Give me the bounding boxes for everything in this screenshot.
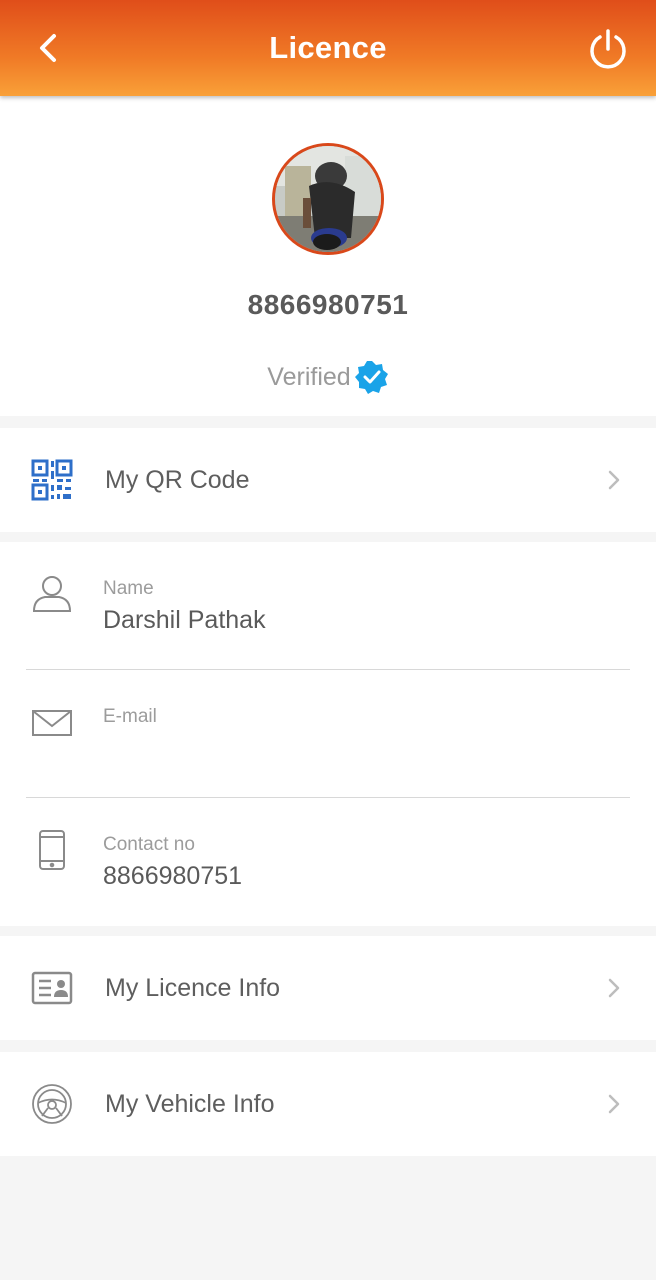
qr-code-row[interactable]: My QR Code — [0, 428, 656, 532]
name-label: Name — [103, 578, 154, 599]
steering-wheel-icon — [30, 1082, 74, 1126]
licence-info-row[interactable]: My Licence Info — [0, 936, 656, 1040]
page-title: Licence — [269, 30, 387, 65]
vehicle-info-row[interactable]: My Vehicle Info — [0, 1052, 656, 1156]
licence-info-label: My Licence Info — [105, 973, 281, 1002]
profile-phone: 8866980751 — [247, 289, 409, 320]
name-value: Darshil Pathak — [103, 606, 266, 634]
email-item: E-mail — [0, 670, 656, 798]
vehicle-info-label: My Vehicle Info — [105, 1089, 275, 1118]
contact-label: Contact no — [103, 834, 195, 855]
id-card-icon — [30, 966, 74, 1010]
logout-button[interactable] — [584, 26, 632, 74]
chevron-right-icon — [606, 468, 622, 492]
app-bar: Licence — [0, 0, 656, 96]
email-label: E-mail — [103, 706, 157, 727]
profile-card: 8866980751 Verified — [0, 96, 656, 416]
avatar-photo — [275, 146, 381, 252]
verified-label: Verified — [267, 362, 351, 391]
qr-code-label: My QR Code — [105, 465, 250, 494]
power-icon — [590, 29, 626, 69]
avatar[interactable] — [272, 143, 384, 255]
phone-icon — [30, 828, 74, 872]
contact-item: Contact no 8866980751 — [0, 798, 656, 926]
verified-status: Verified — [0, 360, 656, 394]
qr-code-icon — [30, 458, 74, 502]
verified-badge-icon — [354, 361, 388, 394]
mail-icon — [30, 700, 74, 744]
details-card: Name Darshil Pathak E-mail Contact no 88… — [0, 542, 656, 926]
contact-value: 8866980751 — [103, 862, 243, 890]
chevron-right-icon — [606, 1092, 622, 1116]
name-item: Name Darshil Pathak — [0, 542, 656, 670]
chevron-right-icon — [606, 976, 622, 1000]
user-icon — [30, 572, 74, 616]
